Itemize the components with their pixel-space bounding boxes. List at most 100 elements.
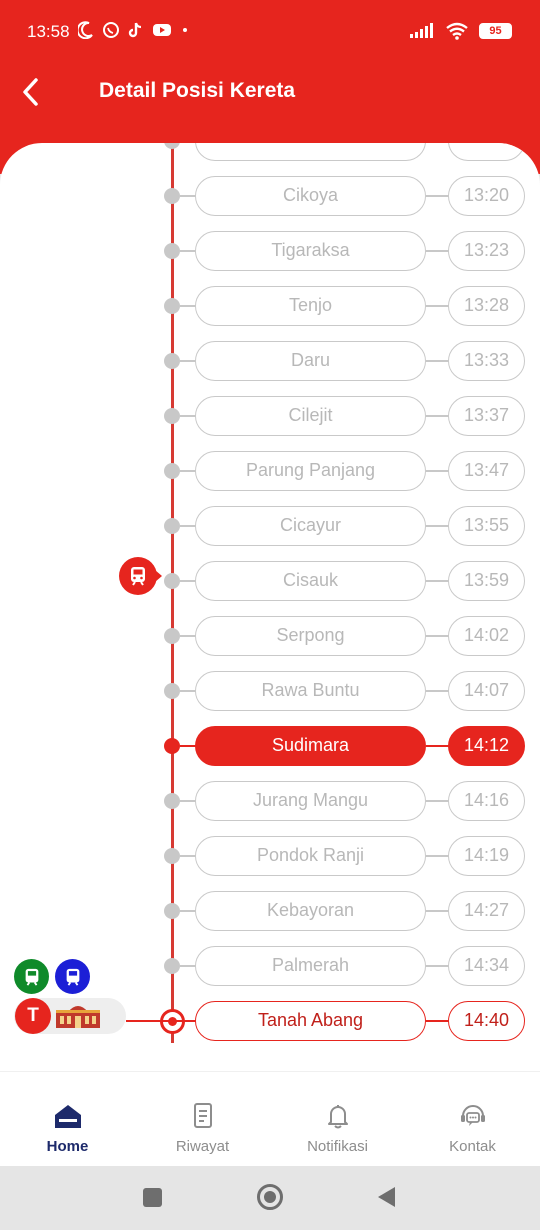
nav-kontak[interactable]: Kontak [405, 1072, 540, 1167]
station-dot [164, 848, 180, 864]
station-row[interactable]: Daru 13:33 [0, 340, 540, 382]
station-name[interactable]: Serpong [195, 616, 426, 656]
home-system-button[interactable] [256, 1183, 284, 1216]
station-time: 13:55 [448, 506, 525, 546]
nav-riwayat[interactable]: Riwayat [135, 1072, 270, 1167]
status-bar: 13:58 95 [0, 0, 540, 64]
station-time: 13:33 [448, 341, 525, 381]
battery-icon: 95 [479, 23, 512, 39]
nav-label-kontak: Kontak [449, 1138, 496, 1155]
station-row[interactable]: Kebayoran 14:27 [0, 890, 540, 932]
station-row[interactable]: Parung Panjang 13:47 [0, 450, 540, 492]
signal-icon [410, 23, 433, 38]
station-time: 13:47 [448, 451, 525, 491]
station-connector [180, 580, 196, 582]
station-row[interactable]: Cisauk 13:59 [0, 560, 540, 602]
station-time: 14:07 [448, 671, 525, 711]
bottom-nav: Home Riwayat Notifikasi Kontak [0, 1071, 540, 1166]
station-connector [180, 855, 196, 857]
bell-icon [327, 1105, 348, 1129]
station-dot [164, 353, 180, 369]
time-connector [426, 415, 449, 417]
recent-apps-button[interactable] [142, 1187, 163, 1213]
time-connector [426, 690, 449, 692]
moon-icon [78, 21, 93, 39]
time-connector [426, 525, 449, 527]
station-row[interactable]: Tenjo 13:28 [0, 285, 540, 327]
station-name[interactable]: Cicayur [195, 506, 426, 546]
station-connector [126, 1020, 196, 1022]
station-name[interactable]: Jurang Mangu [195, 781, 426, 821]
triangle-back-icon [378, 1187, 395, 1207]
status-time: 13:58 [27, 22, 70, 41]
dot-icon [183, 28, 187, 32]
station-connector [180, 415, 196, 417]
station-row[interactable]: Cikoya 13:20 [0, 175, 540, 217]
train-icon [131, 567, 145, 586]
station-connector [180, 195, 196, 197]
time-connector [426, 965, 449, 967]
wifi-icon [446, 22, 468, 40]
station-connector [180, 800, 196, 802]
page-title: Detail Posisi Kereta [99, 79, 296, 102]
station-name[interactable]: Cilejit [195, 396, 426, 436]
nav-label-notifikasi: Notifikasi [307, 1138, 368, 1155]
nav-home[interactable]: Home [0, 1072, 135, 1167]
station-time: 14:27 [448, 891, 525, 931]
station-dot [164, 408, 180, 424]
system-nav-bar [0, 1166, 540, 1230]
station-time: 14:16 [448, 781, 525, 821]
time-connector [426, 580, 449, 582]
nav-label-riwayat: Riwayat [175, 1138, 230, 1155]
station-name[interactable]: Pondok Ranji [195, 836, 426, 876]
status-icons-right: 95 [409, 22, 512, 40]
station-row[interactable]: Pondok Ranji 14:19 [0, 835, 540, 877]
time-connector [426, 635, 449, 637]
history-document-icon [193, 1103, 212, 1128]
station-name[interactable]: Sudimara [195, 726, 426, 766]
station-name[interactable]: Cikoya [195, 176, 426, 216]
time-connector [426, 195, 449, 197]
station-name[interactable]: Daru [195, 341, 426, 381]
station-connector [180, 305, 196, 307]
station-time: 13:37 [448, 396, 525, 436]
time-connector [426, 910, 449, 912]
station-row[interactable]: Rawa Buntu 14:07 [0, 670, 540, 712]
station-row[interactable]: Cicayur 13:55 [0, 505, 540, 547]
station-name[interactable]: Tenjo [195, 286, 426, 326]
station-row[interactable]: Cilejit 13:37 [0, 395, 540, 437]
station-time [448, 143, 525, 161]
station-dot [164, 958, 180, 974]
status-icons-left [78, 21, 190, 39]
station-name[interactable]: Palmerah [195, 946, 426, 986]
station-name[interactable]: Rawa Buntu [195, 671, 426, 711]
station-time: 14:40 [448, 1001, 525, 1041]
station-row[interactable]: Sudimara 14:12 [0, 725, 540, 767]
station-row[interactable]: Tigaraksa 13:23 [0, 230, 540, 272]
station-row[interactable]: Serpong 14:02 [0, 615, 540, 657]
back-button[interactable] [14, 72, 50, 112]
time-connector [426, 470, 449, 472]
nav-notifikasi[interactable]: Notifikasi [270, 1072, 405, 1167]
transfer-line-icons [14, 959, 90, 994]
system-back-button[interactable] [375, 1185, 397, 1214]
station-connector [180, 745, 196, 747]
station-name[interactable] [195, 143, 426, 161]
station-dot [164, 683, 180, 699]
station-row[interactable] [0, 143, 540, 162]
station-name[interactable]: Tigaraksa [195, 231, 426, 271]
station-name[interactable]: Kebayoran [195, 891, 426, 931]
station-row[interactable]: Jurang Mangu 14:16 [0, 780, 540, 822]
time-connector [426, 250, 449, 252]
station-time: 14:02 [448, 616, 525, 656]
station-name[interactable]: Parung Panjang [195, 451, 426, 491]
station-time: 14:12 [448, 726, 525, 766]
station-name[interactable]: Tanah Abang [195, 1001, 426, 1041]
station-time: 13:20 [448, 176, 525, 216]
station-dot [164, 573, 180, 589]
time-connector [426, 745, 449, 747]
station-connector [180, 635, 196, 637]
time-connector [426, 360, 449, 362]
station-name[interactable]: Cisauk [195, 561, 426, 601]
station-connector [180, 360, 196, 362]
